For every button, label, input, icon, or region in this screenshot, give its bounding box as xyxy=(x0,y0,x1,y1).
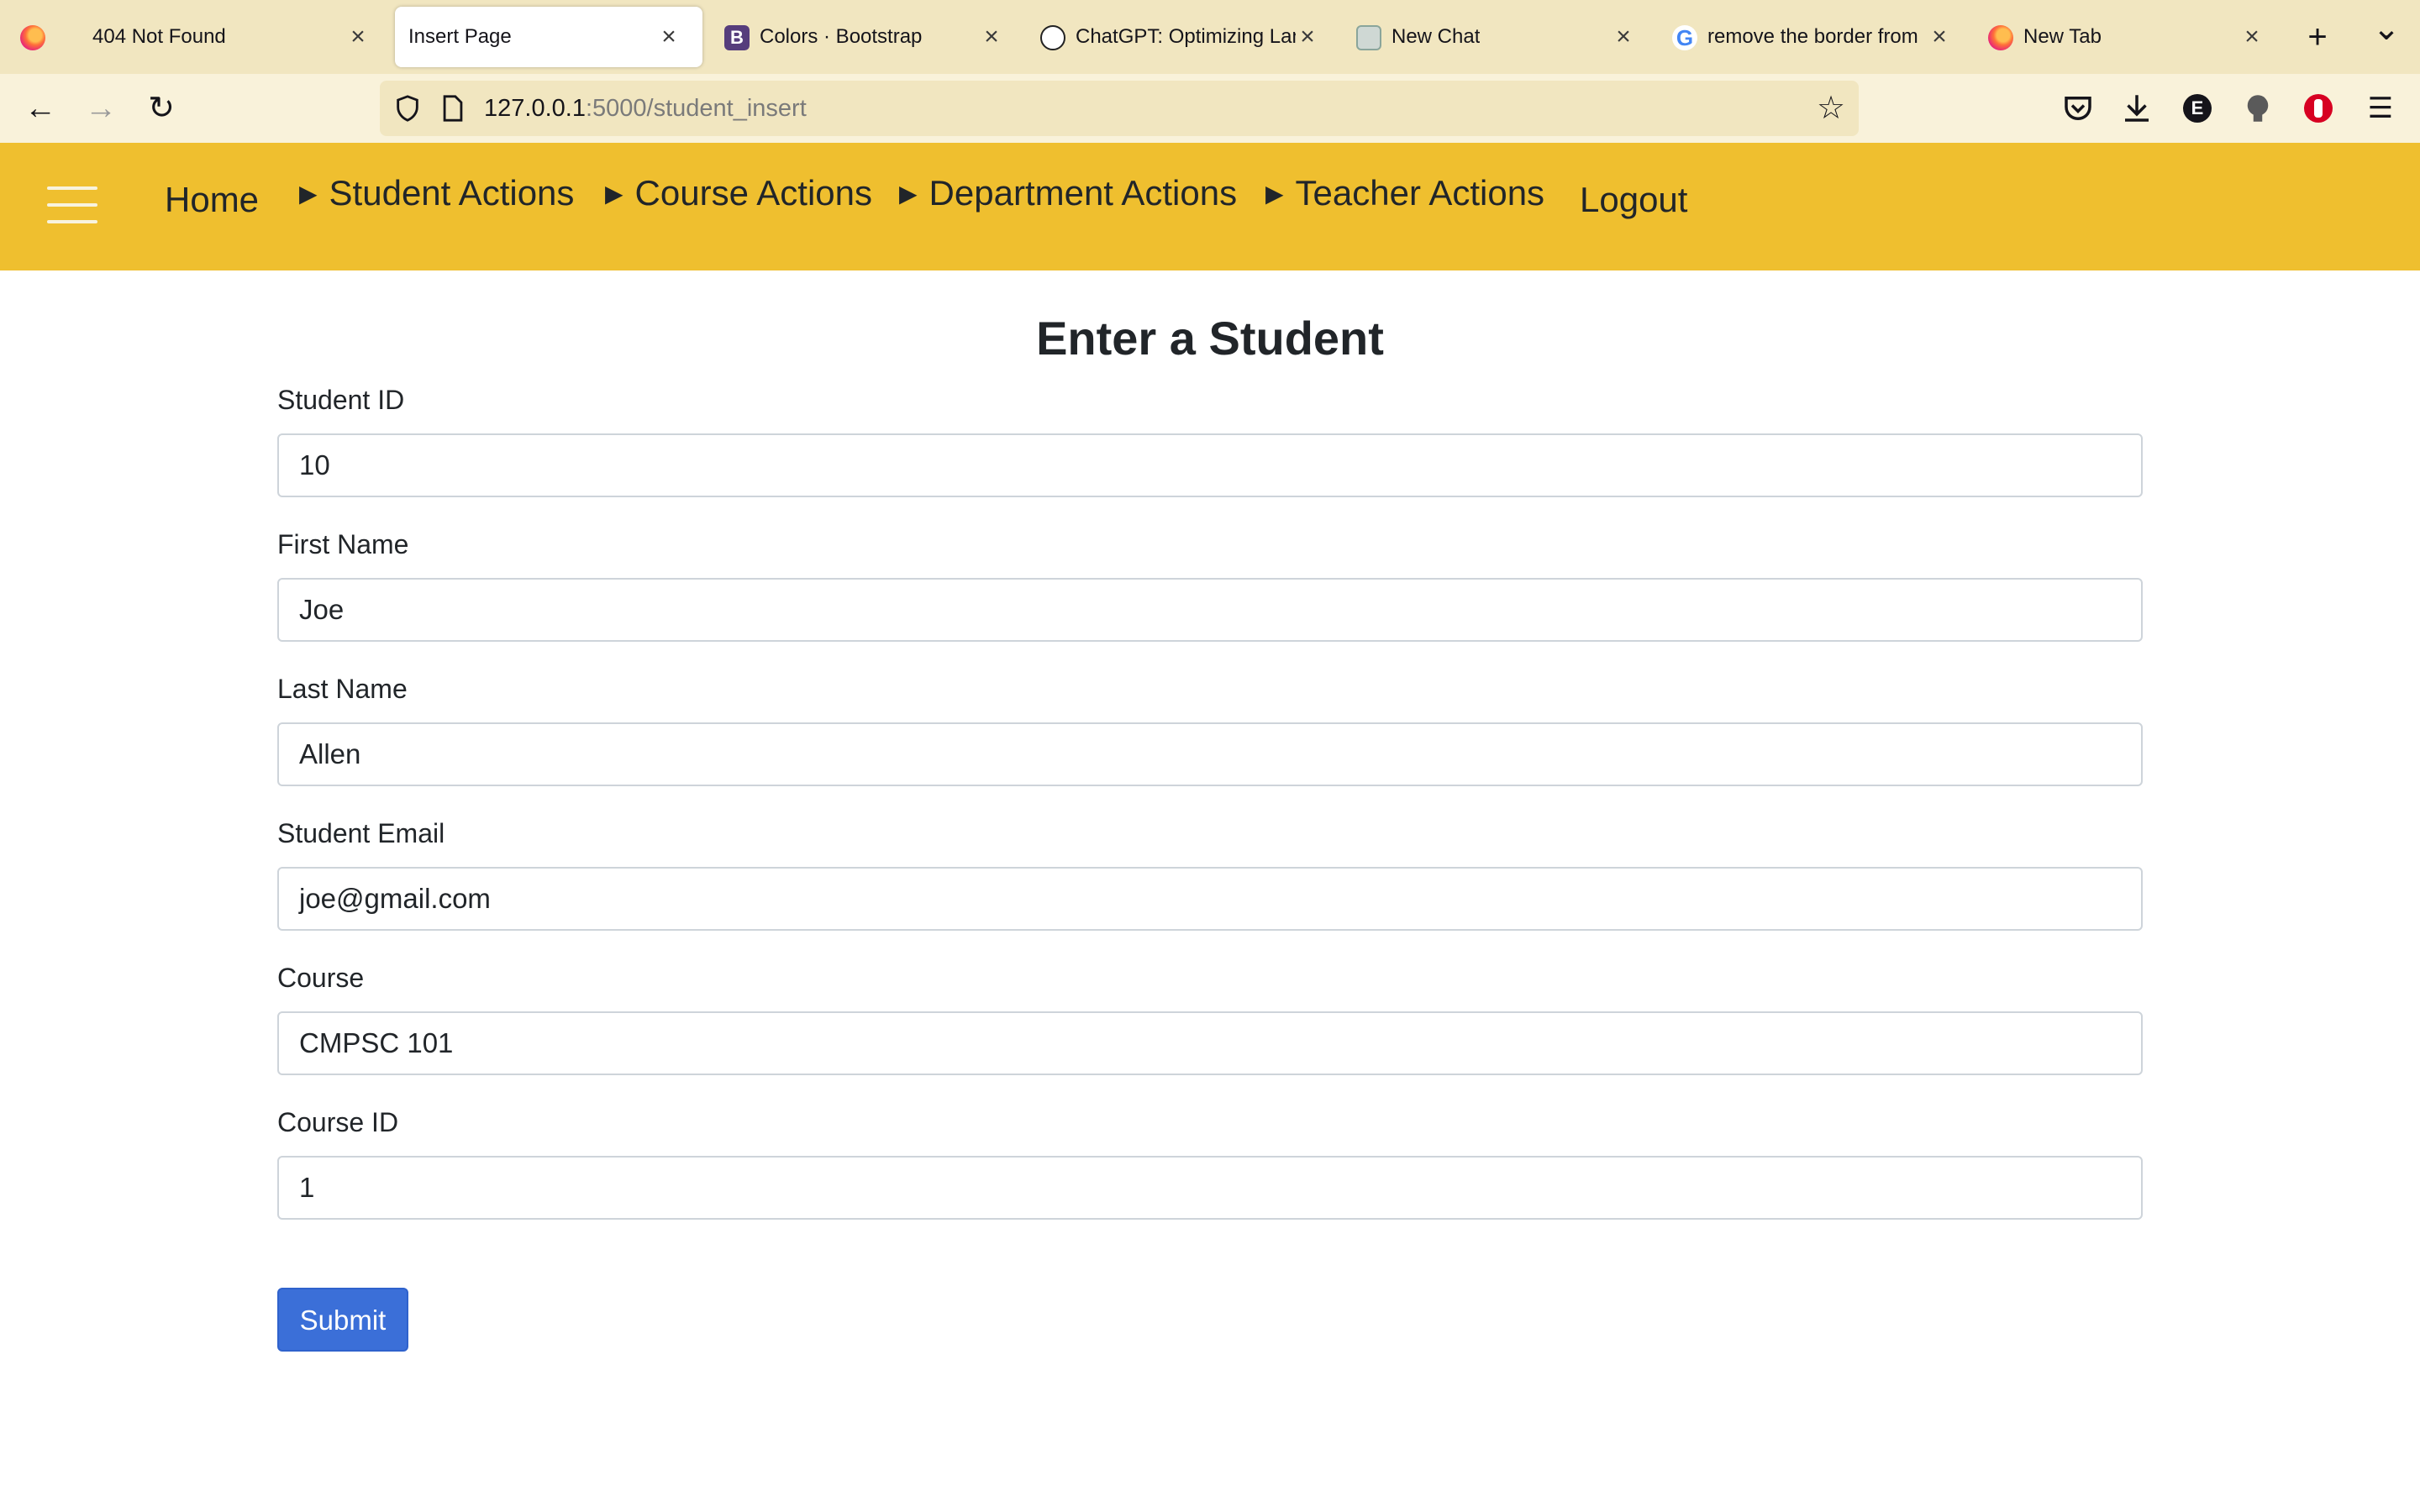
submit-button[interactable]: Submit xyxy=(277,1288,408,1352)
ublock-shield-icon[interactable] xyxy=(2304,94,2333,123)
pocket-icon[interactable] xyxy=(2060,91,2096,126)
student-id-label: Student ID xyxy=(277,385,405,415)
triangle-right-icon: ▶ xyxy=(299,181,318,207)
first-name-input[interactable]: Joe xyxy=(277,578,2143,642)
shield-icon[interactable] xyxy=(393,94,422,123)
course-id-label: Course ID xyxy=(277,1107,399,1137)
bootstrap-icon: B xyxy=(724,25,750,50)
nav-label: Course Actions xyxy=(634,173,873,213)
first-name-label: First Name xyxy=(277,529,409,559)
nav-teacher-actions[interactable]: ▶ Teacher Actions xyxy=(1265,173,1544,213)
firefox-icon xyxy=(1988,25,2013,50)
last-name-input[interactable]: Allen xyxy=(277,722,2143,786)
back-arrow-icon[interactable]: ← xyxy=(20,88,60,129)
tab-label: Colors · Bootstrap xyxy=(760,25,923,48)
chevron-down-icon[interactable]: ⌄ xyxy=(2366,8,2407,49)
hamburger-menu-icon[interactable] xyxy=(47,186,97,227)
close-icon[interactable]: × xyxy=(1607,20,1640,54)
nav-home-link[interactable]: Home xyxy=(165,180,259,220)
triangle-right-icon: ▶ xyxy=(899,181,918,207)
hamburger-menu-icon[interactable]: ☰ xyxy=(2363,91,2398,126)
site-header: Home ▶ Student Actions ▶ Course Actions ▶ D… xyxy=(0,143,2420,270)
close-icon[interactable]: × xyxy=(1291,20,1324,54)
tab-new-chat[interactable]: New Chat × xyxy=(1343,7,1657,67)
tab-new-tab[interactable]: New Tab × xyxy=(1975,7,2289,67)
triangle-right-icon: ▶ xyxy=(605,181,623,207)
student-email-label: Student Email xyxy=(277,818,445,848)
openai-icon xyxy=(1356,25,1381,50)
tab-insert-page[interactable]: Insert Page × xyxy=(395,7,702,67)
tab-label: New Chat xyxy=(1392,25,1481,48)
browser-toolbar: ← → ↻ 127.0.0.1:5000/student_insert ☆ E … xyxy=(0,74,2420,143)
forward-arrow-icon[interactable]: → xyxy=(81,88,121,129)
nav-department-actions[interactable]: ▶ Department Actions xyxy=(899,173,1237,213)
course-label: Course xyxy=(277,963,365,993)
tab-google-search[interactable]: G remove the border from × xyxy=(1659,7,1973,67)
close-icon[interactable]: × xyxy=(652,20,686,54)
url-text[interactable]: 127.0.0.1:5000/student_insert xyxy=(484,81,807,136)
reload-icon[interactable]: ↻ xyxy=(141,88,182,129)
browser-tab-strip: 404 Not Found × Insert Page × B Colors ·… xyxy=(0,0,2420,74)
nav-logout-link[interactable]: Logout xyxy=(1580,180,1687,220)
course-input[interactable]: CMPSC 101 xyxy=(277,1011,2143,1075)
nav-student-actions[interactable]: ▶ Student Actions xyxy=(299,173,574,213)
address-bar[interactable]: 127.0.0.1:5000/student_insert ☆ xyxy=(380,81,1859,136)
url-path: :5000/student_insert xyxy=(585,95,807,122)
tab-label: remove the border from xyxy=(1707,25,1918,48)
triangle-right-icon: ▶ xyxy=(1265,181,1284,207)
student-id-input[interactable]: 10 xyxy=(277,433,2143,497)
tab-404-not-found[interactable]: 404 Not Found × xyxy=(72,7,387,67)
course-id-input[interactable]: 1 xyxy=(277,1156,2143,1220)
nav-label: Student Actions xyxy=(329,173,575,213)
tab-label: Insert Page xyxy=(408,25,512,48)
close-icon[interactable]: × xyxy=(975,20,1008,54)
openai-icon xyxy=(1040,25,1065,50)
close-icon[interactable]: × xyxy=(2235,20,2269,54)
close-icon[interactable]: × xyxy=(341,20,375,54)
tab-label: ChatGPT: Optimizing Lan xyxy=(1076,25,1296,48)
student-email-input[interactable]: joe@gmail.com xyxy=(277,867,2143,931)
bookmark-star-icon[interactable]: ☆ xyxy=(1815,92,1847,124)
page-icon[interactable] xyxy=(440,94,466,123)
url-host: 127.0.0.1 xyxy=(484,95,586,122)
page-title: Enter a Student xyxy=(1036,312,1384,365)
download-icon[interactable] xyxy=(2119,91,2154,126)
extension-bulb-icon[interactable] xyxy=(2240,91,2275,126)
extension-e-icon[interactable]: E xyxy=(2183,94,2212,123)
tab-label: New Tab xyxy=(2023,25,2102,48)
nav-label: Department Actions xyxy=(929,173,1238,213)
new-tab-button[interactable]: + xyxy=(2297,17,2338,57)
tab-colors-bootstrap[interactable]: B Colors · Bootstrap × xyxy=(711,7,1025,67)
firefox-icon[interactable] xyxy=(20,25,45,50)
close-icon[interactable]: × xyxy=(1923,20,1956,54)
tab-chatgpt[interactable]: ChatGPT: Optimizing Lan × xyxy=(1027,7,1341,67)
nav-course-actions[interactable]: ▶ Course Actions xyxy=(605,173,872,213)
last-name-label: Last Name xyxy=(277,674,408,704)
nav-label: Teacher Actions xyxy=(1295,173,1545,213)
tab-label: 404 Not Found xyxy=(92,25,226,48)
google-icon: G xyxy=(1672,25,1697,50)
